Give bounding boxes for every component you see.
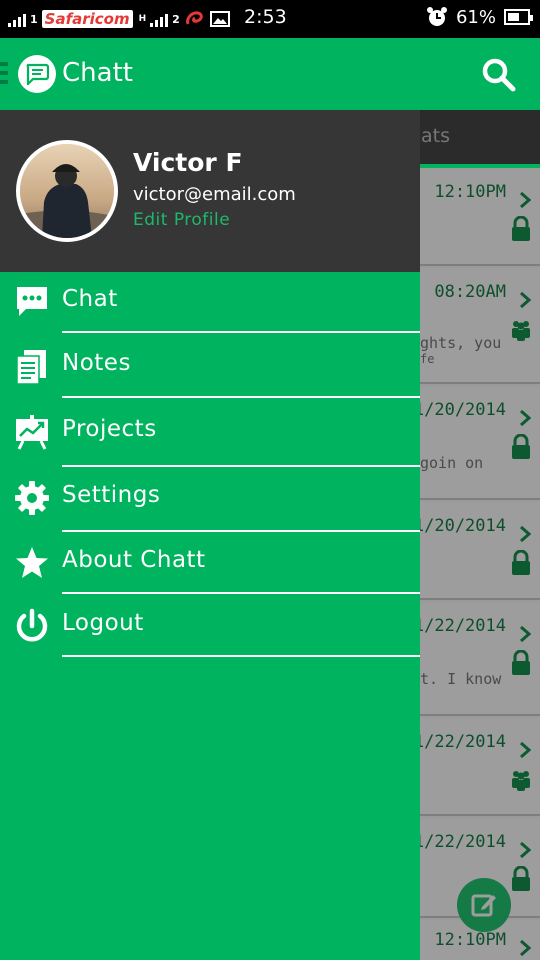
- chat-time: 1/20/2014: [413, 400, 506, 420]
- power-icon: [16, 608, 48, 642]
- drawer-item-label: Settings: [62, 482, 161, 508]
- battery-icon: [504, 9, 533, 25]
- drawer-item-label: About Chatt: [62, 547, 206, 573]
- menu-divider: [62, 655, 420, 657]
- profile-header: Victor F victor@email.com Edit Profile: [0, 110, 420, 272]
- drawer-item-settings[interactable]: Settings: [0, 468, 420, 530]
- signal-icon-2: [150, 11, 169, 27]
- chevron-right-icon: [520, 625, 532, 643]
- chevron-right-icon: [520, 525, 532, 543]
- lock-icon: [512, 866, 530, 891]
- edit-profile-link[interactable]: Edit Profile: [133, 210, 230, 230]
- chat-time: 1/22/2014: [413, 732, 506, 752]
- status-right: 61%: [426, 6, 533, 28]
- profile-email: victor@email.com: [133, 184, 296, 205]
- drawer-item-about[interactable]: About Chatt: [0, 533, 420, 595]
- drawer-item-label: Logout: [62, 610, 144, 636]
- network-type-label: H: [138, 14, 147, 24]
- chat-icon: [17, 287, 47, 316]
- chat-time: 1/22/2014: [413, 616, 506, 636]
- group-icon: [512, 771, 530, 791]
- search-icon[interactable]: [482, 58, 516, 92]
- menu-divider: [62, 592, 420, 594]
- drawer-item-label: Chat: [62, 286, 118, 312]
- chevron-right-icon: [520, 191, 532, 209]
- chat-preview: t. I know: [420, 670, 502, 688]
- avatar[interactable]: [16, 140, 118, 242]
- gallery-notification-icon: [209, 11, 230, 27]
- chevron-right-icon: [520, 939, 532, 957]
- sim2-label: 2: [172, 12, 180, 26]
- chat-preview-2: fe: [420, 352, 435, 366]
- star-icon: [16, 547, 48, 578]
- battery-percent: 61%: [455, 6, 496, 28]
- compose-icon: [471, 894, 496, 917]
- chat-time: 12:10PM: [434, 930, 506, 950]
- drawer-item-chat[interactable]: Chat: [0, 272, 420, 334]
- chat-bubble-icon[interactable]: [18, 55, 56, 93]
- chevron-right-icon: [520, 291, 532, 309]
- lock-icon: [512, 650, 530, 675]
- carrier-label: Safaricom: [41, 10, 133, 28]
- chat-preview: ghts, you: [420, 334, 502, 352]
- lock-icon: [512, 550, 530, 575]
- chat-time: 1/22/2014: [413, 832, 506, 852]
- chat-preview: goin on: [420, 454, 484, 472]
- chat-time: 1/20/2014: [413, 516, 506, 536]
- hamburger-icon[interactable]: [0, 62, 8, 89]
- status-bar: 1 Safaricom H 2 2:53 61%: [0, 0, 540, 38]
- clock: 2:53: [244, 6, 287, 28]
- compose-fab[interactable]: [457, 878, 511, 932]
- airtel-logo-icon: [185, 11, 203, 25]
- menu-divider: [62, 331, 420, 333]
- notes-icon: [16, 350, 46, 384]
- lock-icon: [512, 216, 530, 241]
- drawer-item-logout[interactable]: Logout: [0, 596, 420, 658]
- menu-divider: [62, 530, 420, 532]
- gear-icon: [15, 481, 49, 515]
- projects-icon: [16, 415, 48, 450]
- tab-chats[interactable]: ats: [421, 125, 450, 147]
- drawer-item-projects[interactable]: Projects: [0, 402, 420, 464]
- drawer-item-label: Notes: [62, 350, 131, 376]
- drawer-item-label: Projects: [62, 416, 157, 442]
- menu-divider: [62, 465, 420, 467]
- drawer-item-notes[interactable]: Notes: [0, 336, 420, 398]
- alarm-icon: [426, 7, 447, 26]
- app-bar: Chatt: [0, 38, 540, 110]
- lock-icon: [512, 434, 530, 459]
- sim1-label: 1: [30, 12, 38, 26]
- chevron-right-icon: [520, 741, 532, 759]
- chat-time: 08:20AM: [434, 282, 506, 302]
- chevron-right-icon: [520, 841, 532, 859]
- status-left: 1 Safaricom H 2: [8, 8, 230, 30]
- app-title: Chatt: [62, 58, 133, 88]
- menu-divider: [62, 396, 420, 398]
- signal-icon: [8, 11, 26, 27]
- navigation-drawer: Victor F victor@email.com Edit Profile C…: [0, 110, 420, 960]
- profile-name: Victor F: [133, 148, 243, 177]
- group-icon: [512, 321, 530, 341]
- chevron-right-icon: [520, 409, 532, 427]
- chat-time: 12:10PM: [434, 182, 506, 202]
